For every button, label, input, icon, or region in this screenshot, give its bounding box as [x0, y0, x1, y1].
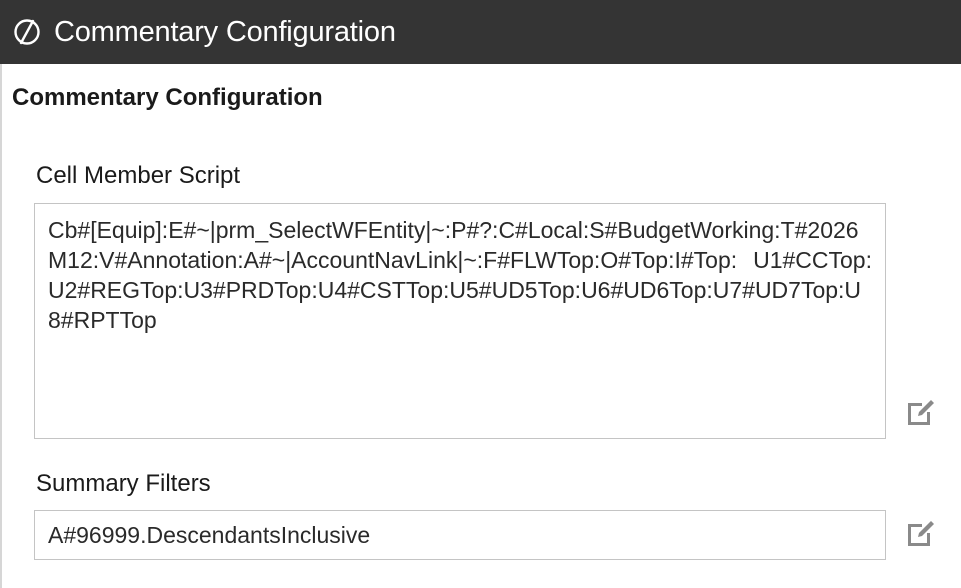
- edit-icon[interactable]: [903, 515, 939, 551]
- window-title: Commentary Configuration: [54, 15, 396, 48]
- panel-left-border: [0, 64, 2, 588]
- cell-member-script-field[interactable]: Cb#[Equip]:E#~|prm_SelectWFEntity|~:P#?:…: [34, 203, 886, 439]
- summary-filters-value: A#96999.DescendantsInclusive: [48, 522, 371, 548]
- summary-filters-field[interactable]: A#96999.DescendantsInclusive: [34, 510, 886, 560]
- cell-member-script-label: Cell Member Script: [36, 162, 241, 189]
- summary-filters-label: Summary Filters: [36, 470, 211, 497]
- edit-icon[interactable]: [903, 394, 939, 430]
- title-bar: Commentary Configuration: [0, 0, 961, 64]
- section-title: Commentary Configuration: [12, 84, 323, 111]
- onestream-logo-icon: [12, 17, 42, 47]
- commentary-configuration-window: Commentary Configuration Commentary Conf…: [0, 0, 961, 588]
